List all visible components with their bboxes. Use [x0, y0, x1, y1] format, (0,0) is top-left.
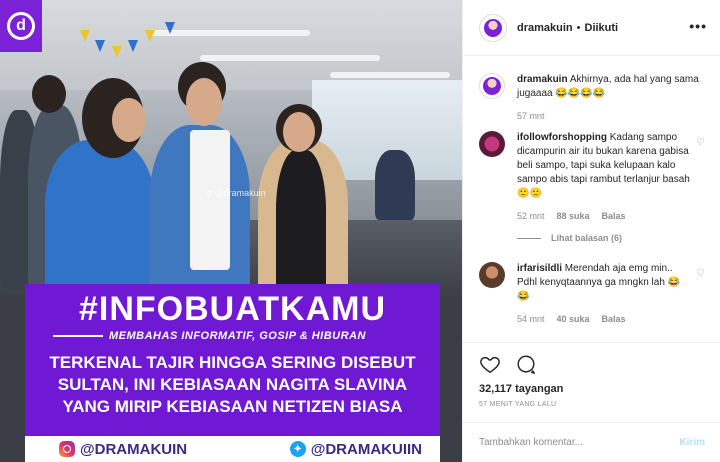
- comment-username[interactable]: dramakuin: [517, 74, 568, 85]
- post-actions: 32,117 tayangan 57 MENIT YANG LALU: [463, 342, 720, 422]
- banner-headline: TERKENAL TAJIR HINGGA SERING DISEBUT SUL…: [49, 353, 416, 416]
- comment-body: dramakuin Akhirnya, ada hal yang sama ju…: [517, 73, 709, 123]
- person-background: [375, 150, 415, 220]
- twitter-icon: ✦: [289, 441, 306, 457]
- video-watermark: ig @dramakuin: [205, 188, 266, 198]
- banner-hashtag: #INFOBUATKAMU: [78, 290, 386, 328]
- comment-meta: 57 mnt: [517, 109, 709, 123]
- info-banner: #INFOBUATKAMU MEMBAHAS INFORMATIF, GOSIP…: [25, 284, 440, 436]
- replies-divider: [517, 237, 541, 239]
- person-face: [112, 98, 146, 142]
- comment-likes[interactable]: 40 suka: [557, 312, 590, 326]
- post-media[interactable]: ig @dramakuin d #INFOBUATKAMU MEMBAHAS I…: [0, 0, 462, 462]
- view-replies-label: Lihat balasan (6): [551, 233, 623, 243]
- add-comment-input[interactable]: [479, 437, 669, 448]
- more-options-icon[interactable]: •••: [689, 18, 707, 34]
- comment-avatar[interactable]: [479, 73, 505, 99]
- instagram-icon: [59, 441, 75, 457]
- logo-d-icon: d: [7, 12, 35, 40]
- banner-subtitle: MEMBAHAS INFORMATIF, GOSIP & HIBURAN: [109, 330, 366, 342]
- dramakuin-logo: d: [0, 0, 42, 52]
- avatar-image: [484, 18, 502, 37]
- banner-subtitle-row: MEMBAHAS INFORMATIF, GOSIP & HIBURAN: [53, 330, 423, 342]
- comment-meta: 52 mnt 88 suka Balas: [517, 209, 691, 223]
- add-comment-bar: Kirim: [463, 422, 720, 462]
- author-username[interactable]: dramakuin: [517, 22, 573, 34]
- comment-time[interactable]: 54 mnt: [517, 312, 545, 326]
- comment-item: irfarisildli Merendah aja emg min.. Pdhl…: [479, 262, 709, 326]
- comment-body: ifollowforshopping Kadang sampo dicampur…: [517, 131, 691, 223]
- subtitle-divider: [53, 335, 103, 337]
- person-face: [283, 112, 315, 152]
- ceiling-light: [150, 30, 310, 36]
- view-replies-button[interactable]: Lihat balasan (6): [517, 233, 709, 243]
- twitter-handle-text: @DRAMAKUIIN: [310, 440, 422, 458]
- follow-status-button[interactable]: Diikuti: [585, 22, 619, 34]
- like-comment-heart-icon[interactable]: ♡: [696, 137, 705, 148]
- post-sidebar: dramakuin • Diikuti ••• dramakuin Akhirn…: [462, 0, 720, 462]
- ceiling-light: [200, 55, 380, 61]
- header-separator: •: [576, 21, 581, 34]
- comment-body: irfarisildli Merendah aja emg min.. Pdhl…: [517, 262, 691, 326]
- comment-avatar[interactable]: [479, 262, 505, 288]
- person-dress: [276, 150, 326, 300]
- person-shirt: [190, 130, 230, 270]
- post-comment-button[interactable]: Kirim: [679, 437, 705, 448]
- comment-likes[interactable]: 88 suka: [557, 209, 590, 223]
- twitter-handle: ✦ @DRAMAKUIIN: [289, 440, 422, 458]
- post-header: dramakuin • Diikuti •••: [463, 0, 720, 56]
- reply-button[interactable]: Balas: [602, 209, 626, 223]
- comment-username[interactable]: irfarisildli: [517, 263, 562, 274]
- like-heart-icon[interactable]: [479, 353, 501, 375]
- comment-username[interactable]: ifollowforshopping: [517, 132, 607, 143]
- post-time-ago[interactable]: 57 MENIT YANG LALU: [479, 401, 705, 408]
- banner-social-bar: @DRAMAKUIN ✦ @DRAMAKUIIN: [25, 436, 440, 462]
- avatar-image: [483, 77, 501, 95]
- person-face: [186, 78, 222, 126]
- action-buttons: [479, 353, 705, 375]
- comment-bubble-icon[interactable]: [515, 353, 537, 375]
- comment-avatar[interactable]: [479, 131, 505, 157]
- person-woman-blue: [45, 140, 155, 300]
- ceiling-light: [330, 72, 450, 78]
- instagram-handle: @DRAMAKUIN: [59, 441, 187, 458]
- comment-item: ifollowforshopping Kadang sampo dicampur…: [479, 131, 709, 243]
- comments-list[interactable]: dramakuin Akhirnya, ada hal yang sama ju…: [463, 57, 720, 342]
- comment-meta: 54 mnt 40 suka Balas: [517, 312, 691, 326]
- person-head: [32, 75, 66, 113]
- instagram-handle-text: @DRAMAKUIN: [80, 440, 188, 458]
- post-photo: ig @dramakuin: [0, 0, 462, 300]
- reply-button[interactable]: Balas: [602, 312, 626, 326]
- author-avatar[interactable]: [479, 13, 507, 42]
- caption-comment: dramakuin Akhirnya, ada hal yang sama ju…: [479, 73, 709, 123]
- view-count[interactable]: 32,117 tayangan: [479, 383, 705, 395]
- comment-time[interactable]: 57 mnt: [517, 109, 545, 123]
- comment-time[interactable]: 52 mnt: [517, 209, 545, 223]
- like-comment-heart-icon[interactable]: ♡: [696, 268, 705, 279]
